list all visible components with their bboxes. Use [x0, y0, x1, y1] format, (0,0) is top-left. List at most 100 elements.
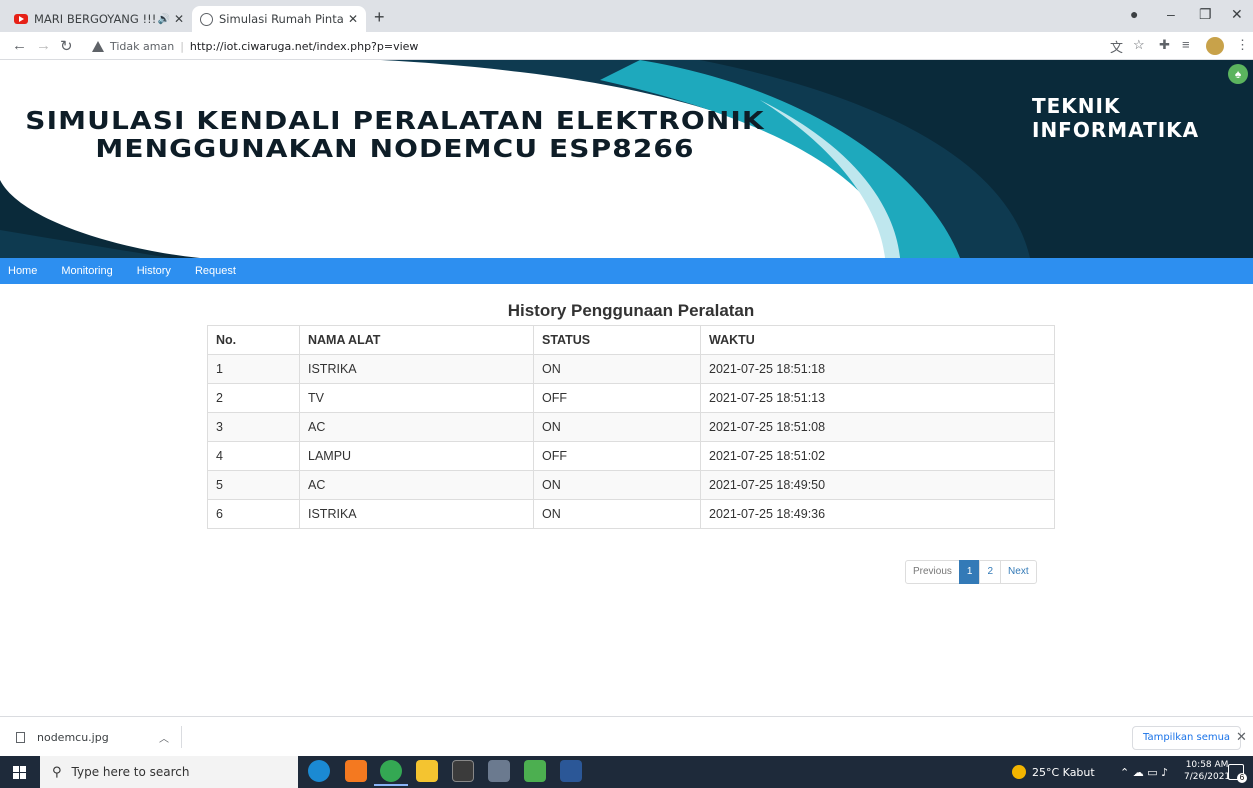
user-badge-icon[interactable]: ♠: [1228, 64, 1248, 84]
clock-time: 10:58 AM: [1185, 760, 1229, 770]
column-header-no[interactable]: No.: [207, 325, 300, 355]
main-nav: Home Monitoring History Request: [0, 258, 1253, 284]
reload-icon[interactable]: ↻: [60, 37, 73, 55]
xampp-icon[interactable]: [345, 760, 367, 782]
table-header-row: No. NAMA ALAT STATUS WAKTU: [207, 325, 1055, 355]
youtube-icon: [14, 14, 28, 24]
address-toolbar: ← → ↻ Tidak aman | http://iot.ciwaruga.n…: [0, 32, 1253, 60]
column-header-status[interactable]: STATUS: [533, 325, 701, 355]
nav-home[interactable]: Home: [0, 265, 49, 277]
page-title: History Penggunaan Peralatan: [507, 301, 755, 320]
cell-no: 4: [207, 441, 300, 471]
profile-avatar[interactable]: [1206, 37, 1224, 55]
taskbar-clock[interactable]: 10:58 AM 7/26/2021: [1184, 759, 1230, 783]
history-table: No. NAMA ALAT STATUS WAKTU 1 ISTRIKA ON …: [207, 325, 1055, 529]
table-row: 5 AC ON 2021-07-25 18:49:50: [207, 470, 1055, 500]
new-tab-button[interactable]: +: [374, 7, 385, 28]
pagination-page-1[interactable]: 1: [958, 560, 981, 584]
weather-widget[interactable]: 25°C Kabut: [1012, 756, 1095, 788]
reading-list-icon[interactable]: ≡: [1182, 37, 1190, 52]
cell-no: 1: [207, 354, 300, 384]
table-row: 1 ISTRIKA ON 2021-07-25 18:51:18: [207, 354, 1055, 384]
cell-device: AC: [299, 412, 534, 442]
column-header-time[interactable]: WAKTU: [700, 325, 1055, 355]
chevron-up-icon[interactable]: ︿: [159, 730, 169, 745]
cell-device: ISTRIKA: [299, 499, 534, 529]
omnibox[interactable]: Tidak aman | http://iot.ciwaruga.net/ind…: [92, 37, 418, 56]
cell-status: ON: [533, 499, 701, 529]
weather-icon: [1012, 765, 1026, 779]
back-icon[interactable]: ←: [12, 37, 27, 54]
chevron-up-icon[interactable]: ⌃: [1120, 766, 1129, 779]
close-window-button[interactable]: ✕: [1231, 6, 1243, 23]
nav-history[interactable]: History: [125, 265, 183, 277]
edge-icon[interactable]: [308, 760, 330, 782]
terminal-icon[interactable]: [452, 760, 474, 782]
pagination-next[interactable]: Next: [1000, 560, 1037, 584]
table-row: 3 AC ON 2021-07-25 18:51:08: [207, 412, 1055, 442]
cell-no: 6: [207, 499, 300, 529]
omnibox-separator: |: [180, 40, 184, 53]
column-header-device[interactable]: NAMA ALAT: [299, 325, 534, 355]
cloud-icon[interactable]: ☁: [1133, 766, 1144, 779]
cell-status: ON: [533, 470, 701, 500]
browser-tab-active[interactable]: Simulasi Rumah Pintar Dengan N ✕: [192, 6, 366, 32]
file-explorer-icon[interactable]: [416, 760, 438, 782]
cell-device: ISTRIKA: [299, 354, 534, 384]
file-icon: [16, 731, 25, 743]
nav-request[interactable]: Request: [183, 265, 248, 277]
download-item[interactable]: nodemcu.jpg ︿: [10, 726, 182, 748]
notepad-icon[interactable]: [524, 760, 546, 782]
menu-kebab-icon[interactable]: ⋮: [1236, 37, 1249, 53]
weather-text: 25°C Kabut: [1032, 765, 1095, 779]
notification-count: 6: [1237, 773, 1247, 783]
tab-close-icon[interactable]: ✕: [174, 12, 184, 26]
system-tray-icons[interactable]: ⌃ ☁ ▭ ♪: [1120, 756, 1168, 788]
network-icon[interactable]: ▭: [1147, 766, 1157, 779]
download-shelf: nodemcu.jpg ︿ Tampilkan semua ✕: [0, 716, 1253, 756]
minimize-button[interactable]: –: [1167, 6, 1175, 22]
pagination-previous[interactable]: Previous: [905, 560, 960, 584]
taskbar-search[interactable]: ⚲ Type here to search: [40, 756, 298, 788]
nav-monitoring[interactable]: Monitoring: [49, 265, 124, 277]
tab-close-icon[interactable]: ✕: [348, 12, 358, 26]
notification-icon[interactable]: 6: [1228, 764, 1247, 783]
show-all-downloads-button[interactable]: Tampilkan semua: [1132, 726, 1242, 750]
extensions-icon[interactable]: ✚: [1159, 37, 1170, 53]
volume-icon[interactable]: ♪: [1161, 766, 1168, 779]
pen-tool-icon[interactable]: [488, 760, 510, 782]
cell-time: 2021-07-25 18:49:50: [700, 470, 1055, 500]
globe-icon: [200, 12, 213, 26]
cell-no: 3: [207, 412, 300, 442]
star-icon[interactable]: ☆: [1133, 37, 1145, 53]
close-download-shelf-icon[interactable]: ✕: [1236, 729, 1247, 745]
cell-device: AC: [299, 470, 534, 500]
translate-icon[interactable]: 文: [1110, 37, 1123, 56]
windows-taskbar: ⚲ Type here to search 25°C Kabut ⌃ ☁ ▭ ♪…: [0, 756, 1253, 788]
browser-tab-strip: MARI BERGOYANG !!! KOMP 🔊 ✕ Simulasi Rum…: [0, 0, 1253, 32]
clock-date: 7/26/2021: [1184, 772, 1231, 782]
windows-start-icon[interactable]: [13, 766, 26, 779]
chrome-icon[interactable]: [374, 760, 408, 786]
cell-status: OFF: [533, 441, 701, 471]
browser-tab-youtube[interactable]: MARI BERGOYANG !!! KOMP 🔊 ✕: [6, 6, 192, 32]
restore-button[interactable]: ❐: [1199, 6, 1212, 23]
word-icon[interactable]: [560, 760, 582, 782]
pagination-page-2[interactable]: 2: [979, 560, 1002, 584]
taskbar-search-placeholder: Type here to search: [71, 765, 190, 779]
table-row: 2 TV OFF 2021-07-25 18:51:13: [207, 383, 1055, 413]
site-title-line2: MENGGUNAKAN NODEMCU ESP8266: [95, 134, 695, 163]
cell-time: 2021-07-25 18:51:08: [700, 412, 1055, 442]
profile-dot-icon[interactable]: ●: [1130, 6, 1138, 22]
warning-icon: [92, 41, 104, 52]
speaker-icon[interactable]: 🔊: [157, 14, 169, 25]
cell-device: TV: [299, 383, 534, 413]
brand-title: TEKNIK INFORMATIKA: [1032, 94, 1199, 142]
tab-title: Simulasi Rumah Pintar Dengan N: [219, 12, 344, 26]
cell-no: 2: [207, 383, 300, 413]
cell-time: 2021-07-25 18:49:36: [700, 499, 1055, 529]
cell-time: 2021-07-25 18:51:13: [700, 383, 1055, 413]
cell-status: OFF: [533, 383, 701, 413]
brand-line1: TEKNIK: [1032, 94, 1121, 118]
forward-icon[interactable]: →: [36, 37, 51, 54]
